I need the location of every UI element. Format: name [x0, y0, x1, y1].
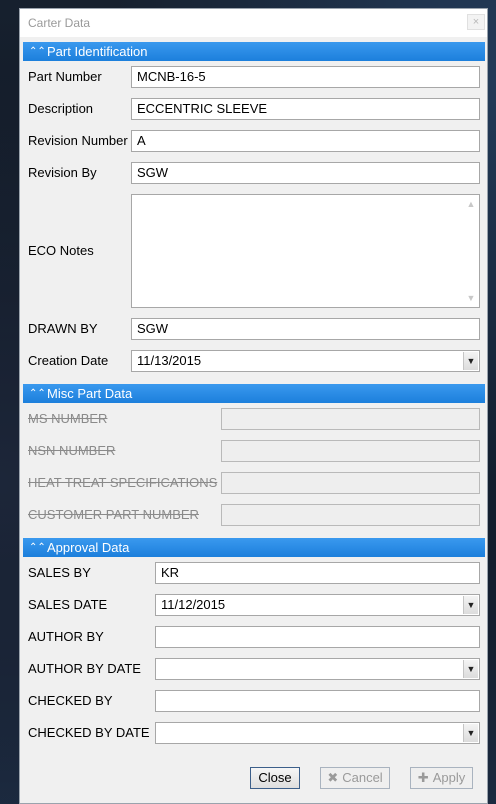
chevron-double-up-icon: ⌃⌃: [29, 542, 46, 553]
ms-number-label: MS NUMBER: [28, 411, 108, 426]
part-number-label: Part Number: [28, 69, 102, 84]
creation-date-value: 11/13/2015: [137, 353, 202, 368]
author-by-label: AUTHOR BY: [28, 629, 104, 644]
revision-number-label: Revision Number: [28, 133, 128, 148]
scroll-up-icon[interactable]: ▲: [463, 197, 479, 211]
sales-date-label: SALES DATE: [28, 597, 108, 612]
description-input[interactable]: ECCENTRIC SLEEVE: [131, 98, 480, 120]
caret-down-icon[interactable]: ▼: [463, 596, 478, 614]
caret-down-icon[interactable]: ▼: [463, 724, 478, 742]
creation-date-label: Creation Date: [28, 353, 109, 368]
checked-by-date-picker[interactable]: ▼: [155, 722, 480, 744]
customer-part-number-label: CUSTOMER PART NUMBER: [28, 507, 199, 522]
close-button[interactable]: Close: [250, 767, 300, 789]
ms-number-input: [221, 408, 480, 430]
heat-treat-input: [221, 472, 480, 494]
author-by-date-picker[interactable]: ▼: [155, 658, 480, 680]
eco-notes-label: ECO Notes: [28, 243, 94, 258]
nsn-number-input: [221, 440, 480, 462]
window-close-icon[interactable]: ×: [467, 14, 485, 30]
chevron-double-up-icon: ⌃⌃: [29, 388, 46, 399]
checked-by-label: CHECKED BY: [28, 693, 113, 708]
sales-date-value: 11/12/2015: [161, 597, 226, 612]
revision-by-label: Revision By: [28, 165, 97, 180]
drawn-by-input[interactable]: SGW: [131, 318, 480, 340]
section-misc-part-data[interactable]: ⌃⌃ Misc Part Data: [23, 384, 485, 403]
nsn-number-label: NSN NUMBER: [28, 443, 116, 458]
scroll-down-icon[interactable]: ▼: [463, 291, 479, 305]
part-number-input[interactable]: MCNB-16-5: [131, 66, 480, 88]
description-label: Description: [28, 101, 94, 116]
drawn-by-label: DRAWN BY: [28, 321, 98, 336]
heat-treat-label: HEAT TREAT SPECIFICATIONS: [28, 475, 218, 490]
apply-button[interactable]: ✚ Apply: [410, 767, 473, 789]
window-title: Carter Data: [28, 16, 91, 30]
caret-down-icon[interactable]: ▼: [463, 660, 478, 678]
checked-by-date-label: CHECKED BY DATE: [28, 725, 150, 740]
customer-part-number-input: [221, 504, 480, 526]
author-by-input[interactable]: [155, 626, 480, 648]
revision-number-input[interactable]: A: [131, 130, 480, 152]
eco-notes-textarea[interactable]: ▲ ▼: [131, 194, 480, 308]
creation-date-picker[interactable]: 11/13/2015 ▼: [131, 350, 480, 372]
title-bar: Carter Data ×: [20, 9, 487, 37]
cancel-button[interactable]: ✖ Cancel: [320, 767, 390, 789]
sales-by-label: SALES BY: [28, 565, 91, 580]
chevron-double-up-icon: ⌃⌃: [29, 46, 46, 57]
revision-by-input[interactable]: SGW: [131, 162, 480, 184]
author-by-date-label: AUTHOR BY DATE: [28, 661, 141, 676]
sales-date-picker[interactable]: 11/12/2015 ▼: [155, 594, 480, 616]
plus-icon: ✚: [417, 770, 429, 785]
section-approval-data[interactable]: ⌃⌃ Approval Data: [23, 538, 485, 557]
checked-by-input[interactable]: [155, 690, 480, 712]
sales-by-input[interactable]: KR: [155, 562, 480, 584]
carter-data-dialog: Carter Data × ⌃⌃ Part Identification Par…: [19, 8, 488, 804]
eco-notes-scrollbar[interactable]: ▲ ▼: [463, 195, 479, 307]
section-part-identification[interactable]: ⌃⌃ Part Identification: [23, 42, 485, 61]
caret-down-icon[interactable]: ▼: [463, 352, 478, 370]
x-icon: ✖: [327, 770, 339, 785]
